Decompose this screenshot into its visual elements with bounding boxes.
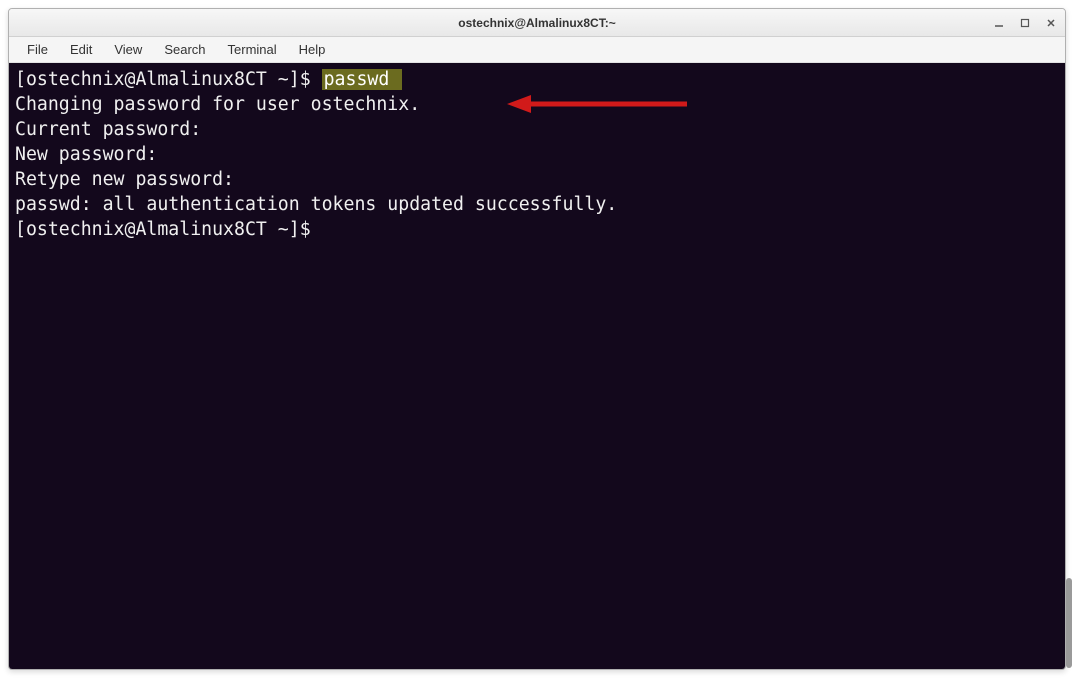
menu-terminal[interactable]: Terminal [218,39,287,60]
titlebar[interactable]: ostechnix@Almalinux8CT:~ [9,9,1065,37]
terminal-line-3: Current password: [15,117,1059,142]
scrollbar-thumb[interactable] [1066,578,1072,668]
minimize-button[interactable] [993,17,1005,29]
terminal-line-7: [ostechnix@Almalinux8CT ~]$ [15,217,1059,242]
close-button[interactable] [1045,17,1057,29]
terminal-window: ostechnix@Almalinux8CT:~ File Edit View … [8,8,1066,670]
menu-edit[interactable]: Edit [60,39,102,60]
window-controls [993,17,1057,29]
prompt-text: [ostechnix@Almalinux8CT ~]$ [15,69,322,90]
menu-view[interactable]: View [104,39,152,60]
menu-file[interactable]: File [17,39,58,60]
command-highlight: passwd [322,69,403,90]
terminal-line-2: Changing password for user ostechnix. [15,92,1059,117]
menu-search[interactable]: Search [154,39,215,60]
terminal-line-6: passwd: all authentication tokens update… [15,192,1059,217]
terminal-line-5: Retype new password: [15,167,1059,192]
menubar: File Edit View Search Terminal Help [9,37,1065,63]
terminal-body[interactable]: [ostechnix@Almalinux8CT ~]$ passwd Chang… [9,63,1065,669]
maximize-button[interactable] [1019,17,1031,29]
terminal-line-4: New password: [15,142,1059,167]
window-title: ostechnix@Almalinux8CT:~ [458,16,615,30]
terminal-line-1: [ostechnix@Almalinux8CT ~]$ passwd [15,67,1059,92]
menu-help[interactable]: Help [289,39,336,60]
scrollbar[interactable] [1064,54,1074,670]
